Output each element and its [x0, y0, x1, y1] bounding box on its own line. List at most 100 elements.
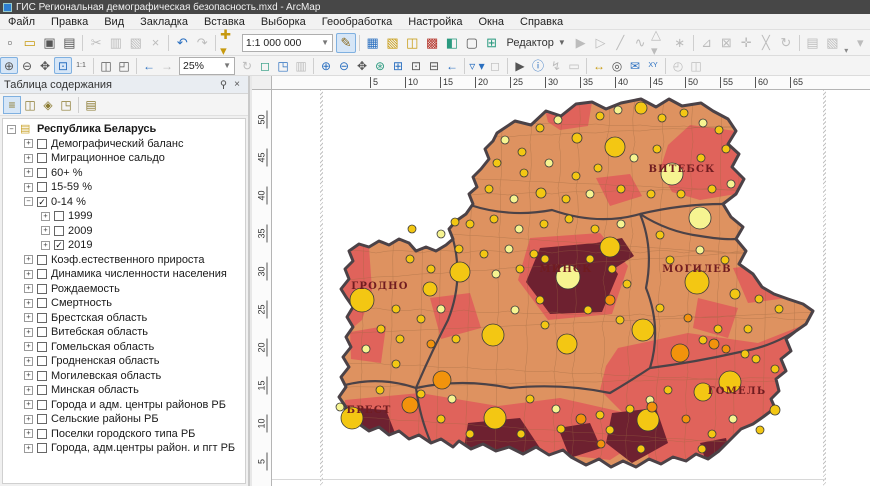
tree-item[interactable]: +Гомельская область	[3, 340, 245, 355]
list-by-source-button[interactable]: ◫	[21, 96, 39, 114]
expander-icon[interactable]: +	[24, 444, 33, 453]
tree-item[interactable]: +Минская область	[3, 383, 245, 398]
paste-button[interactable]: ▧	[126, 33, 146, 53]
cut-button[interactable]: ✂	[86, 33, 106, 53]
add-join-button[interactable]: ▧	[383, 33, 403, 53]
cut-polygon-button[interactable]: ⊠	[716, 33, 736, 53]
list-by-selection-button[interactable]: ◳	[57, 96, 75, 114]
focus-frame-button[interactable]: ◳	[274, 57, 292, 74]
toolbar-overflow[interactable]: ▾	[844, 46, 848, 55]
identify-button[interactable]: ⓘ	[529, 57, 547, 74]
tree-item[interactable]: +2009	[3, 224, 245, 239]
tree-item[interactable]: +Миграционное сальдо	[3, 151, 245, 166]
tree-item[interactable]: +Города и адм. центры районов РБ	[3, 398, 245, 413]
expander-icon[interactable]: +	[24, 255, 33, 264]
chevron-down-icon[interactable]: ▼	[321, 38, 329, 47]
layer-checkbox[interactable]	[37, 139, 47, 149]
expander-icon[interactable]: +	[24, 429, 33, 438]
arctoolbox-button[interactable]: ▩	[422, 33, 442, 53]
layer-checkbox[interactable]	[37, 168, 47, 178]
menu-справка[interactable]: Справка	[512, 15, 571, 29]
layer-checkbox[interactable]	[37, 443, 47, 453]
layer-checkbox[interactable]	[37, 400, 47, 410]
layer-checkbox[interactable]	[37, 414, 47, 424]
expander-icon[interactable]: −	[7, 125, 16, 134]
back-layout-button[interactable]: ←	[140, 57, 158, 74]
fit-frame-button[interactable]: ◰	[115, 57, 133, 74]
expander-icon[interactable]: +	[24, 342, 33, 351]
zoom-in-button[interactable]: ⊕	[317, 57, 335, 74]
options-button[interactable]: ▤	[82, 96, 100, 114]
new-map-button[interactable]: ▫	[0, 33, 20, 53]
layer-checkbox[interactable]: ✓	[54, 240, 64, 250]
expander-icon[interactable]: +	[24, 270, 33, 279]
pause-drawing-button[interactable]: ◻	[256, 57, 274, 74]
layer-checkbox[interactable]	[37, 182, 47, 192]
tree-item[interactable]: +Коэф.естественного прироста	[3, 253, 245, 268]
connect-folder-button[interactable]: ⊞	[482, 33, 502, 53]
go-to-xy-button[interactable]: XY	[644, 57, 662, 74]
zoom-out-button[interactable]: ⊖	[335, 57, 353, 74]
expander-icon[interactable]: +	[24, 415, 33, 424]
more-button[interactable]: ▾	[850, 33, 870, 53]
tree-item[interactable]: +1999	[3, 209, 245, 224]
belarus-demographic-map[interactable]: ВИТЕБСКМОГИЛЕВМИНСКГРОДНОБРЕСТГОМЕЛЬ	[272, 90, 870, 486]
layer-checkbox[interactable]	[37, 255, 47, 265]
layer-checkbox[interactable]	[37, 371, 47, 381]
layer-checkbox[interactable]	[37, 356, 47, 366]
line-button[interactable]: ╱	[610, 33, 630, 53]
full-extent-button[interactable]: ⊞	[389, 57, 407, 74]
tree-item[interactable]: −✓0-14 %	[3, 195, 245, 210]
arccatalog-button[interactable]: ◫	[402, 33, 422, 53]
tree-item[interactable]: +Демографический баланс	[3, 137, 245, 152]
edit-arrow-button[interactable]: ▶	[571, 33, 591, 53]
tree-item[interactable]: +Брестская область	[3, 311, 245, 326]
fixed-zoom-out-button[interactable]: ⊟	[425, 57, 443, 74]
save-button[interactable]: ▣	[40, 33, 60, 53]
time-slider-button[interactable]: ◴	[669, 57, 687, 74]
hyperlink-button[interactable]: ↯	[547, 57, 565, 74]
menu-закладка[interactable]: Закладка	[132, 15, 196, 29]
expander-icon[interactable]: +	[41, 241, 50, 250]
menu-геообработка[interactable]: Геообработка	[314, 15, 401, 29]
add-data-button[interactable]: ✚ ▾	[219, 33, 239, 53]
redo-button[interactable]: ↷	[192, 33, 212, 53]
clear-selection-button[interactable]: ◻	[486, 57, 504, 74]
reshape-button[interactable]: ⊿	[697, 33, 717, 53]
select-arrow-button[interactable]: ▶	[511, 57, 529, 74]
layer-checkbox[interactable]	[54, 211, 64, 221]
attribute-table-button[interactable]: ▦	[363, 33, 383, 53]
one-to-one-button[interactable]: 1:1	[72, 57, 90, 74]
attributes-button[interactable]: ▤	[803, 33, 823, 53]
expander-icon[interactable]: +	[24, 168, 33, 177]
trace-button[interactable]: ▷	[591, 33, 611, 53]
refresh-button[interactable]: ↻	[238, 57, 256, 74]
expander-icon[interactable]: +	[24, 139, 33, 148]
split-button[interactable]: ╳	[756, 33, 776, 53]
rotate-button[interactable]: ↻	[776, 33, 796, 53]
viewer-window-button[interactable]: ◫	[687, 57, 705, 74]
tree-item[interactable]: +Поселки городского типа РБ	[3, 427, 245, 442]
list-by-drawing-order-button[interactable]: ≡	[3, 96, 21, 114]
tree-item[interactable]: +Смертность	[3, 296, 245, 311]
layer-checkbox[interactable]	[37, 342, 47, 352]
globe-button[interactable]: ⊛	[371, 57, 389, 74]
tree-item[interactable]: +✓2019	[3, 238, 245, 253]
polygon-button[interactable]: △ ▾	[650, 33, 670, 53]
expander-icon[interactable]: +	[24, 284, 33, 293]
expander-icon[interactable]: +	[41, 212, 50, 221]
tree-item[interactable]: +Динамика численности населения	[3, 267, 245, 282]
layer-checkbox[interactable]	[37, 298, 47, 308]
expander-icon[interactable]: +	[24, 183, 33, 192]
expander-icon[interactable]: +	[24, 313, 33, 322]
undo-button[interactable]: ↶	[172, 33, 192, 53]
menu-выборка[interactable]: Выборка	[253, 15, 314, 29]
tree-item[interactable]: +Витебская область	[3, 325, 245, 340]
fixed-zoom-in-button[interactable]: ⊡	[407, 57, 425, 74]
expander-icon[interactable]: +	[24, 154, 33, 163]
model-builder-button[interactable]: ◧	[442, 33, 462, 53]
pan-layout-button[interactable]: ✥	[36, 57, 54, 74]
locate-button[interactable]: ✉	[626, 57, 644, 74]
print-button[interactable]: ▤	[59, 33, 79, 53]
close-icon[interactable]: ×	[230, 78, 244, 92]
